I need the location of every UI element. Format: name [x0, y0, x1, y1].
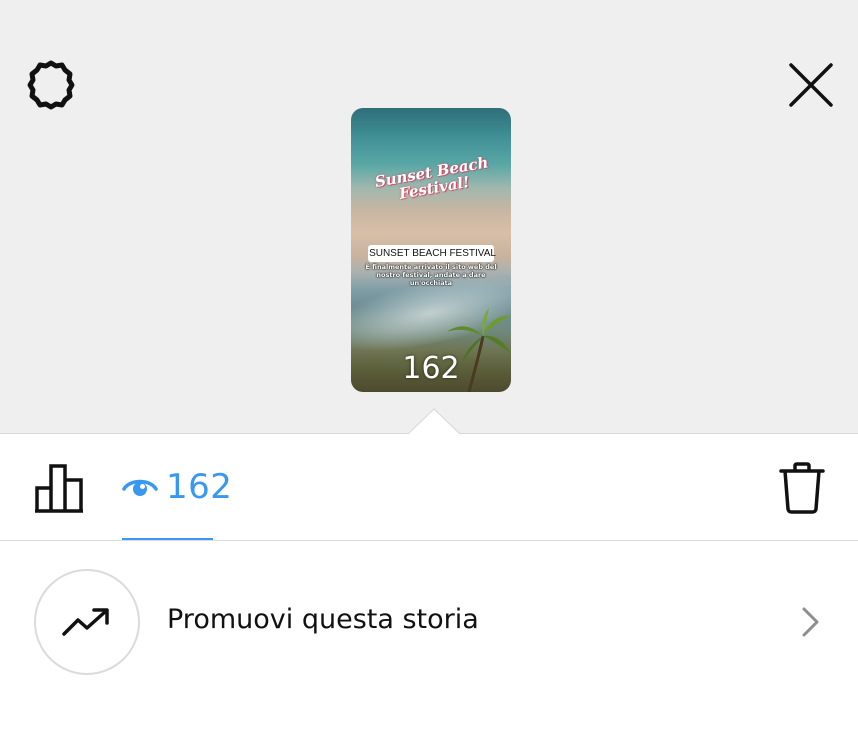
- bar-chart-icon: [35, 464, 83, 513]
- story-headline: Sunset Beach Festival!: [369, 153, 497, 206]
- gear-icon: [27, 60, 75, 110]
- viewers-count: 162: [166, 467, 233, 507]
- viewers-tab[interactable]: 162: [122, 464, 232, 510]
- selected-story-caret: [408, 408, 460, 435]
- trending-up-icon: [62, 608, 109, 636]
- chevron-right-icon: [796, 605, 826, 639]
- delete-button[interactable]: [774, 458, 830, 518]
- story-view-count-overlay: 162: [402, 351, 460, 386]
- eye-icon: [122, 479, 158, 496]
- story-link-label: SUNSET BEACH FESTIVAL: [369, 248, 496, 259]
- insights-button[interactable]: [30, 458, 90, 518]
- promote-story-label: Promuovi questa storia: [167, 604, 479, 635]
- trash-icon: [779, 462, 825, 514]
- close-button[interactable]: [784, 58, 838, 112]
- settings-button[interactable]: [24, 58, 78, 112]
- promote-icon-circle: [34, 569, 140, 675]
- story-link-sticker[interactable]: SUNSET BEACH FESTIVAL: [368, 245, 496, 262]
- promote-story-row[interactable]: Promuovi questa storia: [0, 541, 858, 705]
- close-icon: [789, 63, 833, 107]
- story-thumbnail[interactable]: Sunset Beach Festival! SUNSET BEACH FEST…: [351, 108, 511, 392]
- insights-bar: 162: [0, 434, 858, 540]
- story-caption: È finalmente arrivato il sito web del no…: [365, 263, 497, 287]
- story-preview-area: Sunset Beach Festival! SUNSET BEACH FEST…: [0, 0, 858, 434]
